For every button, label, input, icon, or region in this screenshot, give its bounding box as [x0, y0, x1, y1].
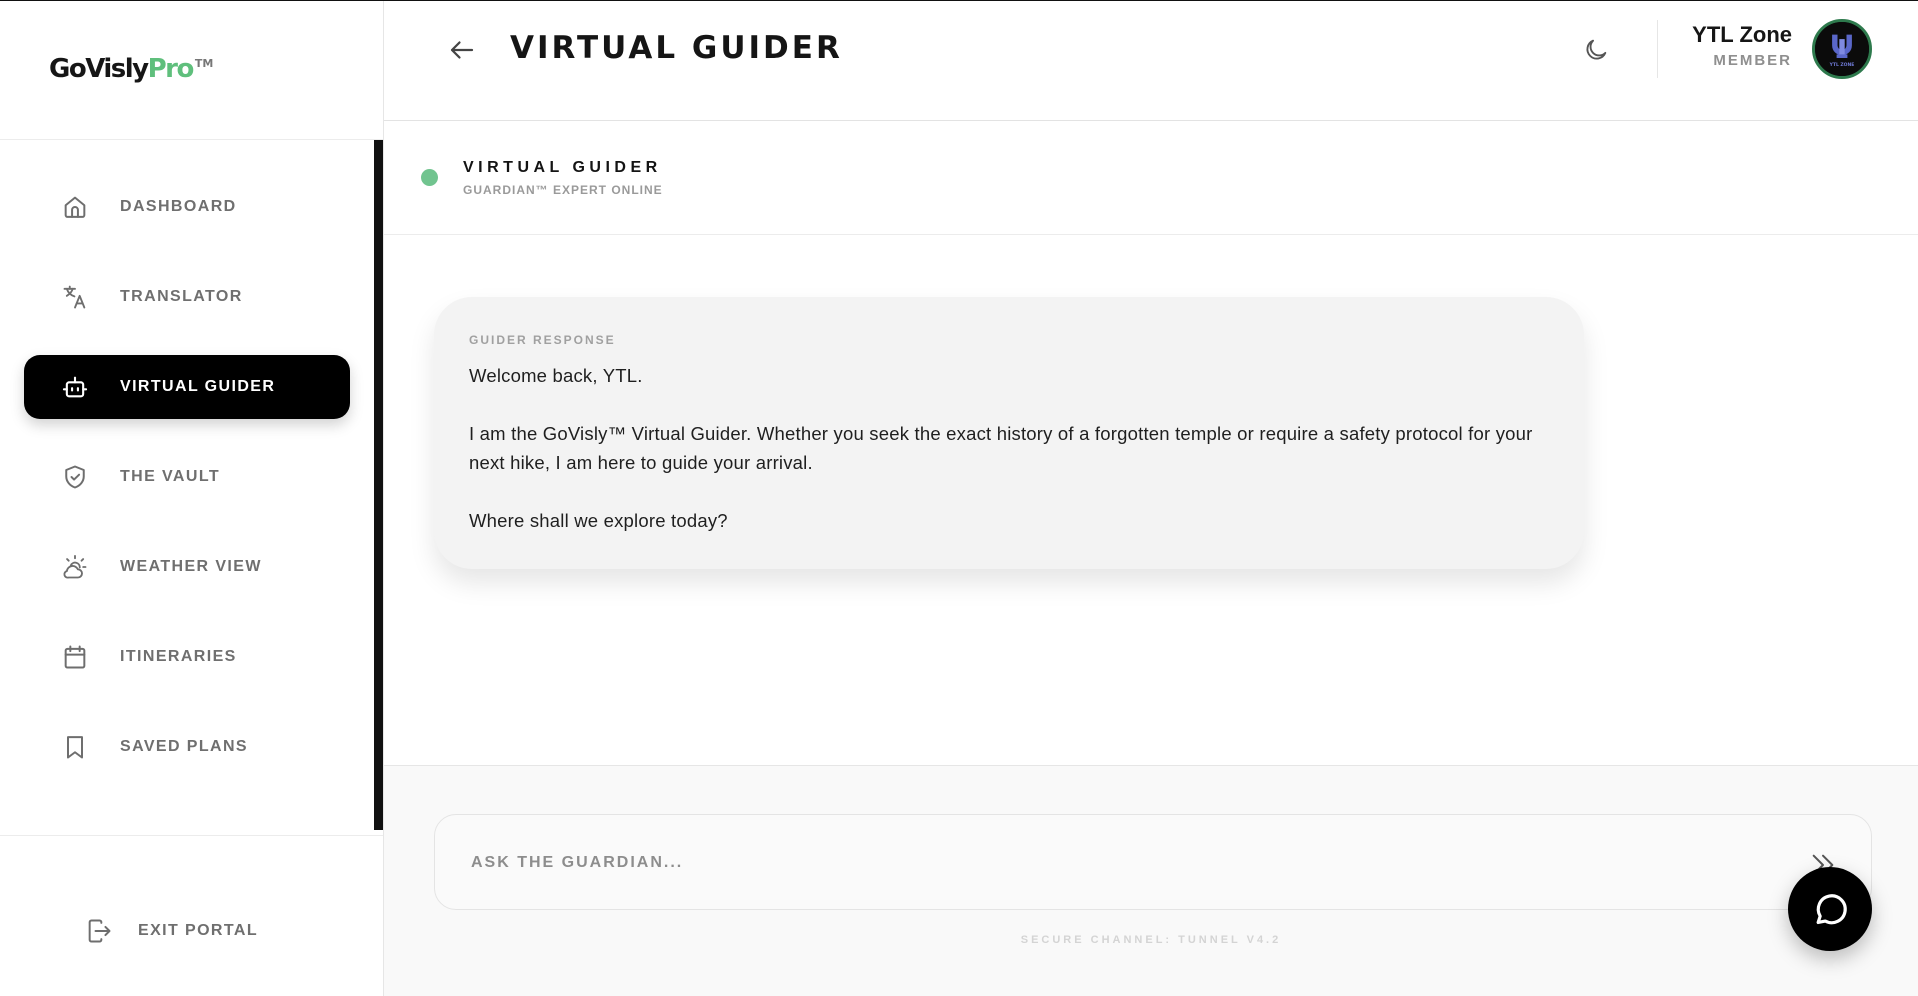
sidebar-item-dashboard[interactable]: DASHBOARD	[24, 175, 350, 239]
message-sender-label: GUIDER RESPONSE	[469, 333, 616, 347]
sidebar-item-itineraries[interactable]: ITINERARIES	[24, 625, 350, 689]
sidebar-item-label: DASHBOARD	[120, 198, 237, 215]
logout-icon	[84, 916, 114, 946]
logo-area: GoVislyPro TM	[0, 0, 383, 140]
brand-name: GoVisly	[49, 54, 149, 84]
cloud-sun-icon	[60, 552, 90, 582]
brand-trademark: TM	[194, 57, 214, 70]
calendar-icon	[60, 642, 90, 672]
avatar-text: YTL ZONE	[1829, 62, 1855, 68]
sidebar-item-label: VIRTUAL GUIDER	[120, 378, 276, 395]
sidebar: GoVislyPro TM DASHBOARD TRANSLATOR VIRTUA…	[0, 0, 384, 996]
sidebar-item-label: SAVED PLANS	[120, 738, 249, 755]
user-name: YTL Zone	[1692, 22, 1792, 47]
message-list: GUIDER RESPONSE Welcome back, YTL. I am …	[384, 235, 1918, 765]
sidebar-item-translator[interactable]: TRANSLATOR	[24, 265, 350, 329]
online-status-indicator	[421, 169, 438, 186]
back-button[interactable]	[444, 32, 480, 68]
arrow-left-icon	[450, 41, 474, 59]
avatar[interactable]: YTL ZONE	[1812, 19, 1872, 79]
sidebar-item-label: WEATHER VIEW	[120, 558, 262, 575]
chat-fab-button[interactable]	[1788, 867, 1872, 951]
top-header: VIRTUAL GUIDER YTL Zone MEMBER YTL ZONE	[384, 0, 1918, 121]
sidebar-item-label: THE VAULT	[120, 468, 220, 485]
top-border	[0, 0, 1918, 1]
message-paragraph: Welcome back, YTL.	[469, 365, 643, 386]
message-input-box	[434, 814, 1872, 910]
message-paragraph: I am the GoVisly™ Virtual Guider. Whethe…	[469, 423, 1533, 473]
chat-title: VIRTUAL GUIDER	[463, 159, 662, 176]
secure-channel-note: SECURE CHANNEL: TUNNEL V4.2	[1020, 934, 1282, 946]
sidebar-item-weather-view[interactable]: WEATHER VIEW	[24, 535, 350, 599]
composer: SECURE CHANNEL: TUNNEL V4.2	[384, 765, 1918, 996]
bookmark-icon	[60, 732, 90, 762]
sidebar-item-saved-plans[interactable]: SAVED PLANS	[24, 715, 350, 779]
message-circle-icon	[1816, 894, 1847, 925]
dark-mode-toggle[interactable]	[1578, 32, 1614, 68]
brand-logo[interactable]: GoVislyPro TM	[49, 54, 213, 84]
exit-portal-button[interactable]: EXIT PORTAL	[84, 916, 258, 946]
sidebar-scrollbar[interactable]	[374, 140, 383, 830]
header-divider	[1657, 20, 1658, 78]
guider-message-bubble: GUIDER RESPONSE Welcome back, YTL. I am …	[434, 297, 1584, 569]
user-role: MEMBER	[1713, 52, 1792, 69]
chat-header: VIRTUAL GUIDER GUARDIAN™ EXPERT ONLINE	[384, 121, 1918, 235]
home-icon	[60, 192, 90, 222]
exit-portal-label: EXIT PORTAL	[138, 922, 258, 939]
sidebar-footer: EXIT PORTAL	[0, 835, 383, 996]
sidebar-item-virtual-guider[interactable]: VIRTUAL GUIDER	[24, 355, 350, 419]
moon-icon	[1586, 39, 1607, 60]
shield-check-icon	[60, 462, 90, 492]
sidebar-nav: DASHBOARD TRANSLATOR VIRTUAL GUIDER THE …	[24, 175, 350, 805]
message-paragraph: Where shall we explore today?	[469, 510, 728, 531]
translate-icon	[60, 282, 90, 312]
bot-icon	[60, 372, 90, 402]
chat-status-text: GUARDIAN™ EXPERT ONLINE	[463, 183, 663, 197]
page-title: VIRTUAL GUIDER	[510, 30, 843, 66]
avatar-logo-icon: YTL ZONE	[1815, 22, 1869, 76]
sidebar-item-label: TRANSLATOR	[120, 288, 243, 305]
sidebar-item-the-vault[interactable]: THE VAULT	[24, 445, 350, 509]
message-input[interactable]	[471, 843, 1771, 883]
brand-accent: Pro	[147, 54, 195, 84]
sidebar-item-label: ITINERARIES	[120, 648, 237, 665]
